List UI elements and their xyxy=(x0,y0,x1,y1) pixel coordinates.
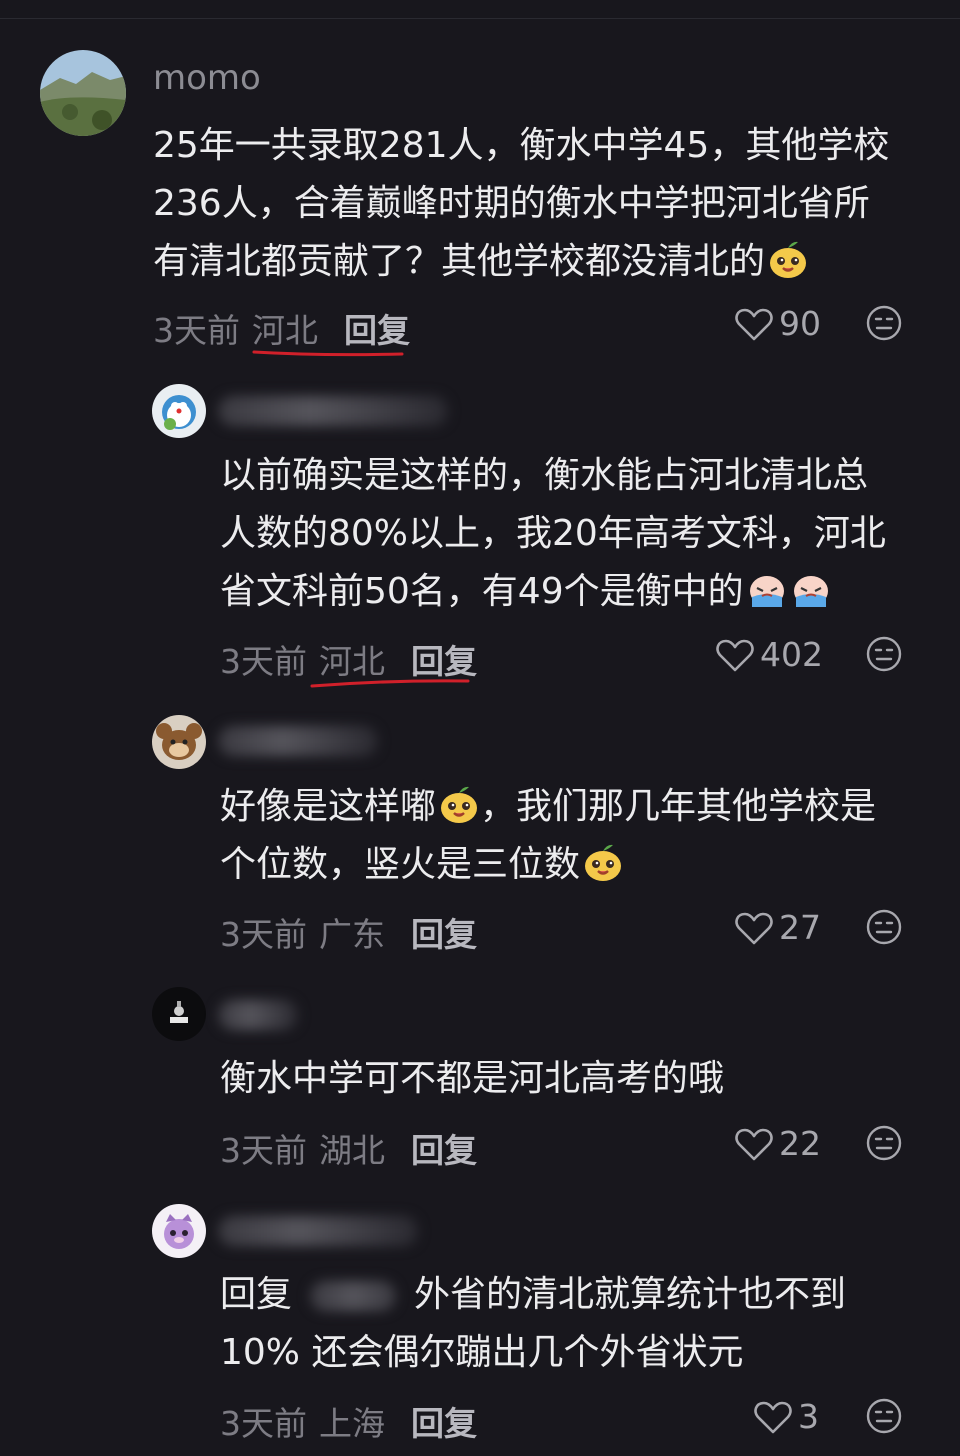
like-count: 90 xyxy=(779,304,821,343)
comment-text-content-b: 10% 还会偶尔蹦出几个外省状元 xyxy=(220,1332,744,1373)
comment-text-content: 好像是这样嘟 xyxy=(220,786,437,827)
avatar[interactable] xyxy=(152,1204,206,1258)
reply-button[interactable]: 回复 xyxy=(411,1124,477,1172)
like-count: 27 xyxy=(779,908,821,947)
heart-outline-icon xyxy=(735,1128,773,1160)
comment-time: 3天前 xyxy=(220,642,307,681)
avatar[interactable] xyxy=(40,50,126,136)
heart-outline-icon xyxy=(716,639,754,671)
like-button[interactable]: 402 xyxy=(716,635,823,674)
like-count: 402 xyxy=(760,635,823,674)
top-divider xyxy=(0,18,960,19)
comment-time: 3天前 xyxy=(220,915,307,954)
heart-outline-icon xyxy=(735,308,773,340)
comment-location: 上海 xyxy=(319,1404,385,1443)
like-button[interactable]: 90 xyxy=(735,304,821,343)
blurred-username[interactable] xyxy=(218,726,378,756)
like-count: 22 xyxy=(779,1124,821,1163)
meh-face-icon[interactable] xyxy=(865,635,903,673)
meh-face-icon[interactable] xyxy=(865,1124,903,1162)
username[interactable]: momo xyxy=(153,58,261,98)
smiling-fruit-emoji-icon xyxy=(770,241,807,278)
comment-meta: 3天前 湖北 回复 xyxy=(220,1124,477,1172)
comment-text: 衡水中学可不都是河北高考的哦 xyxy=(220,1050,920,1108)
comment-meta: 3天前 上海 回复 xyxy=(220,1397,477,1445)
reply-prefix: 回复 xyxy=(220,1274,293,1315)
like-button[interactable]: 3 xyxy=(754,1397,819,1436)
red-underline-annotation xyxy=(252,350,404,357)
like-button[interactable]: 27 xyxy=(735,908,821,947)
avatar[interactable] xyxy=(152,987,206,1041)
reply-button[interactable]: 回复 xyxy=(411,1397,477,1445)
comment-text: 好像是这样嘟 ，我们那几年其他学校是 个位数，竖火是三位数 xyxy=(220,778,920,894)
avatar[interactable] xyxy=(152,715,206,769)
crying-face-emoji-icon xyxy=(749,576,784,607)
meh-face-icon[interactable] xyxy=(865,908,903,946)
heart-outline-icon xyxy=(735,912,773,944)
comment-location: 湖北 xyxy=(319,1131,385,1170)
smiling-fruit-emoji-icon xyxy=(441,786,478,823)
comment-time: 3天前 xyxy=(153,311,240,350)
comment-text: 25年一共录取281人，衡水中学45，其他学校 236人，合着巅峰时期的衡水中学… xyxy=(153,117,923,291)
comment-meta: 3天前 广东 回复 xyxy=(220,908,477,956)
comment-location: 广东 xyxy=(319,915,385,954)
like-button[interactable]: 22 xyxy=(735,1124,821,1163)
crying-face-emoji-icon xyxy=(793,576,828,607)
comment-text-content: 外省的清北就算统计也不到 xyxy=(414,1274,847,1315)
meh-face-icon[interactable] xyxy=(865,304,903,342)
comment-time: 3天前 xyxy=(220,1404,307,1443)
smiling-fruit-emoji-icon xyxy=(585,844,622,881)
comment-text: 以前确实是这样的，衡水能占河北清北总 人数的80%以上，我20年高考文科，河北 … xyxy=(220,447,920,621)
avatar[interactable] xyxy=(152,384,206,438)
comment-meta: 3天前 河北 回复 xyxy=(153,304,410,352)
reply-button[interactable]: 回复 xyxy=(344,304,410,352)
red-underline-annotation xyxy=(310,679,470,688)
like-count: 3 xyxy=(798,1397,819,1436)
blurred-mention[interactable] xyxy=(310,1281,397,1311)
heart-outline-icon xyxy=(754,1401,792,1433)
meh-face-icon[interactable] xyxy=(865,1397,903,1435)
blurred-username[interactable] xyxy=(218,396,448,426)
reply-button[interactable]: 回复 xyxy=(411,908,477,956)
comment-text-content: 衡水中学可不都是河北高考的哦 xyxy=(220,1058,725,1099)
blurred-username[interactable] xyxy=(218,1000,298,1030)
blurred-username[interactable] xyxy=(218,1216,418,1246)
comment-time: 3天前 xyxy=(220,1131,307,1170)
comment-location: 河北 xyxy=(252,311,318,350)
comment-text: 回复 外省的清北就算统计也不到 10% 还会偶尔蹦出几个外省状元 xyxy=(220,1266,920,1382)
